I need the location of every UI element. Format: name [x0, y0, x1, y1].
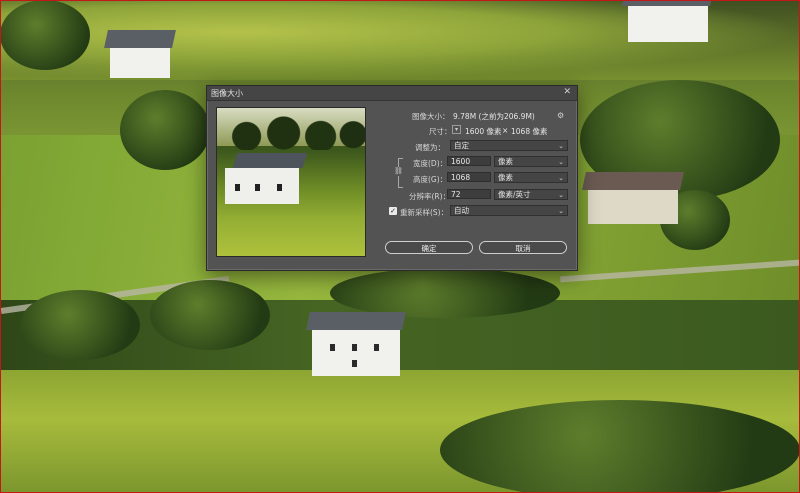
chevron-down-icon: ⌄ — [558, 174, 564, 182]
checkmark-icon[interactable]: ✓ — [389, 207, 397, 215]
background-house — [622, 0, 714, 42]
resample-value: 自动 — [454, 206, 469, 215]
chevron-down-icon: ⌄ — [558, 207, 564, 215]
height-input[interactable]: 1068 — [447, 172, 491, 182]
fit-to-select[interactable]: 自定 ⌄ — [450, 140, 568, 151]
dimensions-height: 1068 像素 — [511, 127, 548, 136]
height-label: 高度(G)： — [413, 175, 448, 184]
background-house — [104, 30, 176, 78]
chevron-down-icon: ⌄ — [558, 158, 564, 166]
resample-label: 重新采样(S)： — [400, 208, 449, 217]
ok-button[interactable]: 确定 — [385, 241, 473, 254]
resolution-unit-value: 像素/英寸 — [498, 190, 531, 199]
chevron-down-icon: ⌄ — [558, 142, 564, 150]
width-unit-value: 像素 — [498, 157, 513, 166]
background-house — [582, 172, 684, 224]
preview-trees — [217, 116, 365, 150]
tree — [330, 268, 560, 318]
image-preview[interactable] — [216, 107, 366, 257]
gear-icon[interactable]: ⚙ — [557, 111, 564, 120]
fit-to-label: 调整为： — [415, 143, 445, 152]
height-unit-value: 像素 — [498, 173, 513, 182]
height-unit-select[interactable]: 像素 ⌄ — [494, 172, 568, 183]
fit-to-value: 自定 — [454, 141, 469, 150]
tree — [0, 0, 90, 70]
resample-select[interactable]: 自动 ⌄ — [450, 205, 568, 216]
resolution-label: 分辨率(R)： — [409, 192, 451, 201]
close-icon[interactable]: ✕ — [563, 87, 571, 97]
preview-house — [225, 153, 308, 204]
white-house — [306, 312, 406, 376]
dimensions-label: 尺寸： — [429, 127, 452, 136]
resolution-input[interactable]: 72 — [447, 189, 491, 199]
tree — [150, 280, 270, 350]
dimensions-separator: × — [502, 126, 509, 135]
dialog-titlebar[interactable]: 图像大小 ✕ — [207, 86, 577, 101]
dimensions-width: 1600 像素 — [465, 127, 502, 136]
image-size-value: 9.78M (之前为206.9M) — [453, 112, 535, 121]
width-label: 宽度(D)： — [413, 159, 448, 168]
width-unit-select[interactable]: 像素 ⌄ — [494, 156, 568, 167]
tree — [120, 90, 210, 170]
chevron-down-icon[interactable]: ▾ — [452, 125, 461, 134]
resolution-unit-select[interactable]: 像素/英寸 ⌄ — [494, 189, 568, 200]
chevron-down-icon: ⌄ — [558, 191, 564, 199]
chain-link-icon: ⛓ — [394, 167, 403, 176]
cancel-button[interactable]: 取消 — [479, 241, 567, 254]
tree — [20, 290, 140, 360]
image-size-label: 图像大小： — [412, 112, 450, 121]
image-size-dialog: 图像大小 ✕ 图像大小： 9.78M (之前为206.9M) ⚙ 尺寸： ▾ 1… — [206, 85, 578, 271]
width-input[interactable]: 1600 — [447, 156, 491, 166]
constrain-link[interactable]: ⛓ — [394, 158, 403, 188]
dialog-title: 图像大小 — [211, 89, 243, 98]
tree — [440, 400, 800, 493]
